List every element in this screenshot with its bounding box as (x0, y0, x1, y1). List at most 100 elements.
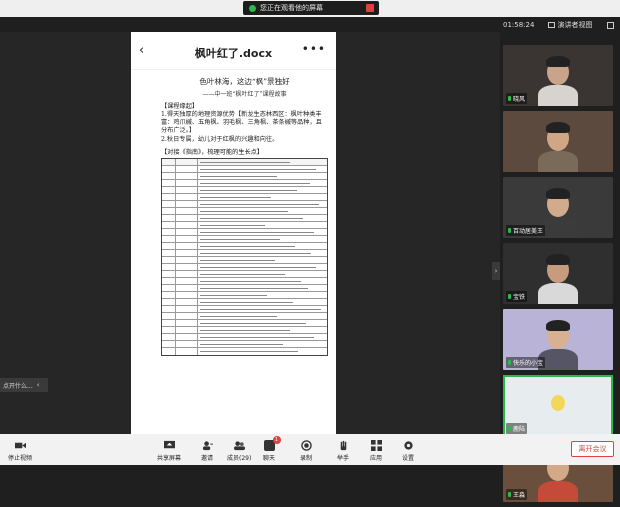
table-row (162, 320, 327, 327)
table-row (162, 201, 327, 208)
record-button[interactable]: 录制 (300, 440, 312, 462)
share-screen-button[interactable]: 共享屏幕 (157, 440, 181, 462)
document-body: 色叶林海，这边“枫”景独好 ——中一班“枫叶红了”课程故事 【课程缘起】 1.得… (131, 70, 336, 356)
screen-sharing-indicator[interactable]: 您正在观看他的屏幕 (243, 1, 379, 15)
participant-tile[interactable]: 宝铁 (503, 243, 613, 304)
document-header: ‹ 枫叶红了.docx ••• (131, 32, 336, 70)
participant-name-text: 百动居美王 (513, 228, 544, 235)
participant-name: 鹿陆 (506, 423, 528, 434)
apps-icon (370, 440, 382, 451)
table-row (162, 292, 327, 299)
avatar-hair (546, 122, 570, 133)
invite-button[interactable]: 邀请 (201, 440, 213, 462)
table-row (162, 264, 327, 271)
status-row: 01:58:24 演讲者视图 (497, 18, 620, 32)
side-toast[interactable]: 点开什么... ‹ (0, 378, 48, 392)
table-row (162, 327, 327, 334)
participant-name-text: 鹿陆 (513, 426, 526, 433)
settings-button[interactable]: 设置 (402, 440, 414, 462)
table-row (162, 180, 327, 187)
participant-name-text: 快乐的小宝 (513, 360, 544, 367)
table-row (162, 299, 327, 306)
apps-button[interactable]: 应用 (370, 440, 382, 462)
table-row (162, 306, 327, 313)
side-toast-text: 点开什么... (3, 382, 33, 390)
top-bar: 您正在观看他的屏幕 (0, 0, 620, 17)
more-options-icon[interactable]: ••• (302, 42, 326, 56)
table-row (162, 341, 327, 348)
participant-tile[interactable]: 鹿陆 (503, 375, 613, 436)
participant-tile[interactable] (503, 111, 613, 172)
members-button[interactable]: 成员(29) (227, 440, 251, 462)
participant-name: 王淼 (506, 489, 528, 500)
table-row (162, 250, 327, 257)
table-row (162, 159, 327, 166)
avatar-hair (546, 188, 570, 199)
table-row (162, 166, 327, 173)
participant-tile[interactable]: 百动居美王 (503, 177, 613, 238)
table-row (162, 243, 327, 250)
avatar-hair (546, 320, 570, 331)
participant-name-text: 王淼 (513, 492, 526, 499)
record-icon (300, 440, 312, 451)
document-subheading: ——中一班“枫叶红了”课程故事 (202, 91, 287, 98)
pineapple-avatar-icon (551, 395, 565, 411)
table-row (162, 236, 327, 243)
table-row (162, 215, 327, 222)
participant-name-text: 宝铁 (513, 294, 526, 301)
stop-video-label: 停止视频 (8, 455, 33, 462)
microphone-icon (508, 426, 511, 431)
table-row (162, 187, 327, 194)
fullscreen-icon[interactable] (607, 21, 614, 29)
paragraph-2: 2.秋日专属，幼儿对于红枫的兴趣和向往。 (161, 136, 279, 143)
stop-video-button[interactable]: 停止视频 (8, 440, 32, 462)
avatar-hair (546, 254, 570, 265)
leave-meeting-button[interactable]: 离开会议 (571, 441, 614, 457)
collapse-panel-tab[interactable]: › (492, 262, 500, 280)
document-table (161, 158, 328, 356)
avatar-hair (546, 56, 570, 67)
chevron-left-icon[interactable]: ‹ (37, 381, 40, 389)
chat-button[interactable]: 1 聊天 (263, 436, 281, 462)
shared-document: ‹ 枫叶红了.docx ••• 色叶林海，这边“枫”景独好 ——中一班“枫叶红了… (131, 32, 336, 434)
table-row (162, 194, 327, 201)
view-switch-button[interactable]: 演讲者视图 (548, 20, 592, 30)
table-row (162, 271, 327, 278)
members-label: 成员(29) (227, 455, 252, 462)
shared-screen-area: ‹ 枫叶红了.docx ••• 色叶林海，这边“枫”景独好 ——中一班“枫叶红了… (0, 32, 500, 434)
apps-label: 应用 (370, 455, 383, 462)
view-label: 演讲者视图 (557, 21, 593, 29)
settings-label: 设置 (402, 455, 415, 462)
gear-icon (403, 441, 413, 450)
sharing-text: 您正在观看他的屏幕 (260, 4, 323, 12)
microphone-icon (508, 492, 511, 497)
microphone-icon (508, 96, 511, 101)
share-screen-icon (163, 440, 175, 449)
paragraph-1: 1.得天独厚的地理资源优势【新龙生态林西区：枫叶种类丰富：鸡爪槭、五角枫、羽毛枫… (161, 111, 322, 134)
participant-tile[interactable]: 晓风 (503, 45, 613, 106)
meeting-timer: 01:58:24 (503, 21, 535, 29)
section-origin: 【课程缘起】 (161, 103, 199, 110)
raise-hand-button[interactable]: 举手 (337, 440, 349, 462)
table-row (162, 313, 327, 320)
video-camera-icon (14, 442, 26, 449)
avatar-body (538, 283, 578, 304)
chat-label: 聊天 (263, 455, 276, 462)
participant-name: 百动居美王 (506, 225, 546, 236)
table-row (162, 229, 327, 236)
recording-dot-icon (249, 4, 256, 12)
invite-icon (202, 441, 213, 451)
table-row (162, 222, 327, 229)
record-label: 录制 (300, 455, 313, 462)
table-row (162, 348, 327, 355)
raise-hand-label: 举手 (337, 455, 350, 462)
participant-name: 晓风 (506, 93, 528, 104)
document-heading: 色叶林海，这边“枫”景独好 (199, 77, 290, 86)
invite-label: 邀请 (201, 455, 214, 462)
table-row (162, 334, 327, 341)
table-row (162, 173, 327, 180)
table-row (162, 285, 327, 292)
stop-sharing-icon[interactable] (366, 4, 374, 12)
participant-tile[interactable]: 快乐的小宝 (503, 309, 613, 370)
bottom-toolbar: 停止视频 共享屏幕 邀请 成员(29) 1 聊天 录制 举手 应用 设置 离开会… (0, 434, 620, 465)
